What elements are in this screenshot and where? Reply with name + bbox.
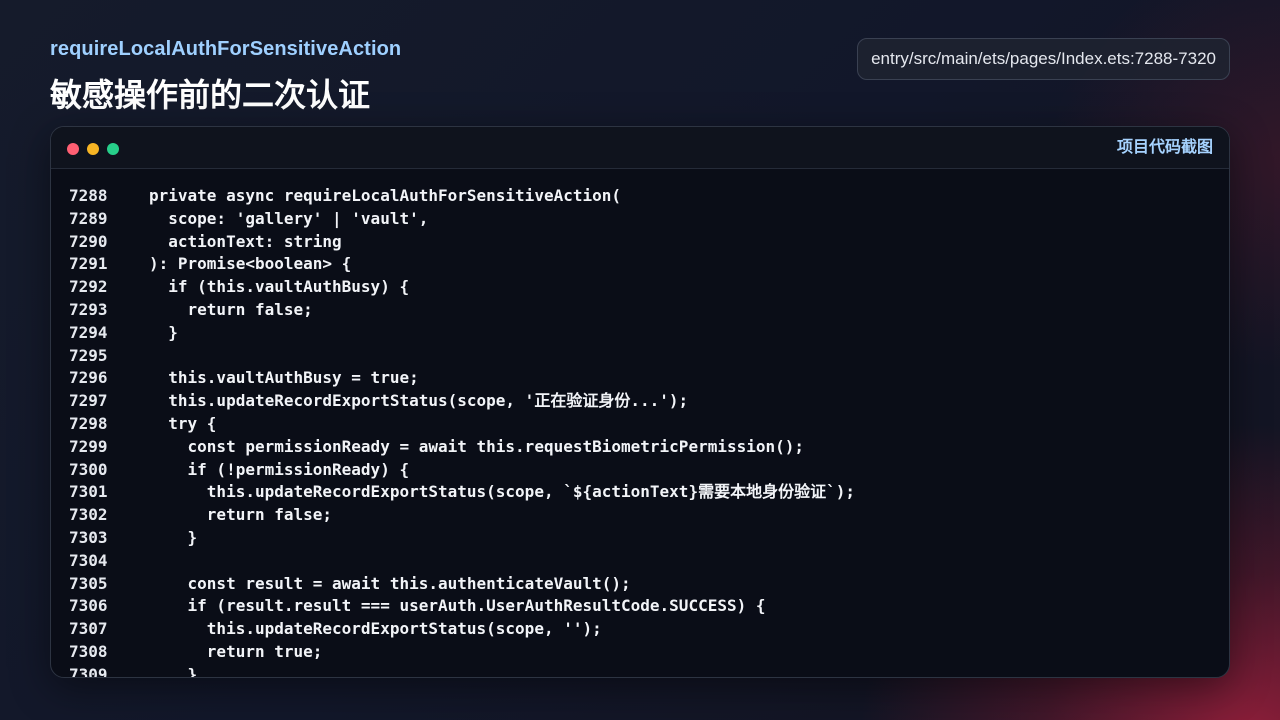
code-text: if (result.result === userAuth.UserAuthR… — [149, 596, 766, 616]
code-line: 7293 return false; — [51, 299, 1229, 322]
minimize-dot-icon[interactable] — [87, 143, 99, 155]
code-text: actionText: string — [149, 231, 342, 251]
line-number: 7291 — [69, 254, 108, 274]
code-text: private async requireLocalAuthForSensiti… — [149, 186, 622, 205]
maximize-dot-icon[interactable] — [107, 143, 119, 155]
line-number: 7300 — [69, 459, 108, 479]
line-number: 7295 — [69, 345, 108, 365]
code-text: scope: 'gallery' | 'vault', — [149, 208, 429, 228]
close-dot-icon[interactable] — [67, 143, 79, 155]
line-number: 7293 — [69, 299, 108, 319]
line-number: 7289 — [69, 208, 108, 228]
code-text: try { — [149, 413, 217, 433]
code-line: 7296 this.vaultAuthBusy = true; — [51, 367, 1229, 390]
line-number: 7297 — [69, 391, 108, 411]
code-text: } — [149, 664, 198, 677]
code-line: 7305 const result = await this.authentic… — [51, 573, 1229, 596]
code-window: 项目代码截图 7288 private async requireLocalAut… — [50, 126, 1230, 678]
code-text: return false; — [149, 505, 333, 525]
line-number: 7304 — [69, 550, 108, 570]
code-line: 7290 actionText: string — [51, 231, 1229, 254]
code-area[interactable]: 7288 private async requireLocalAuthForSen… — [51, 169, 1229, 677]
code-text: this.updateRecordExportStatus(scope, `${… — [149, 482, 855, 502]
code-line: 7308 return true; — [51, 641, 1229, 664]
code-text: } — [149, 322, 178, 342]
code-text: if (this.vaultAuthBusy) { — [149, 277, 410, 297]
function-name-kicker: requireLocalAuthForSensitiveAction — [50, 38, 402, 60]
code-line: 7304 — [51, 550, 1229, 573]
code-text: return true; — [149, 641, 323, 661]
code-line: 7297 this.updateRecordExportStatus(scope… — [51, 390, 1229, 413]
line-number: 7292 — [69, 277, 108, 297]
code-text: return false; — [149, 299, 313, 319]
line-number: 7298 — [69, 413, 108, 433]
code-line: 7295 — [51, 345, 1229, 368]
code-line: 7288 private async requireLocalAuthForSen… — [51, 185, 1229, 208]
code-line: 7294 } — [51, 322, 1229, 345]
line-number: 7296 — [69, 368, 108, 388]
page-title: 敏感操作前的二次认证 — [50, 77, 371, 113]
code-line: 7298 try { — [51, 413, 1229, 436]
line-number: 7290 — [69, 231, 108, 251]
code-line: 7306 if (result.result === userAuth.User… — [51, 595, 1229, 618]
file-path-badge: entry/src/main/ets/pages/Index.ets:7288-… — [857, 38, 1230, 80]
code-line: 7291 ): Promise<boolean> { — [51, 253, 1229, 276]
line-number: 7288 — [69, 186, 108, 205]
line-number: 7302 — [69, 505, 108, 525]
window-titlebar: 项目代码截图 — [51, 127, 1229, 169]
code-text: ): Promise<boolean> { — [149, 254, 352, 274]
code-text: if (!permissionReady) { — [149, 459, 410, 479]
code-line: 7292 if (this.vaultAuthBusy) { — [51, 276, 1229, 299]
line-number: 7294 — [69, 322, 108, 342]
code-text: this.vaultAuthBusy = true; — [149, 368, 419, 388]
line-number: 7309 — [69, 664, 108, 677]
code-text: this.updateRecordExportStatus(scope, '')… — [149, 619, 602, 639]
code-text: const permissionReady = await this.reque… — [149, 436, 805, 456]
code-line: 7302 return false; — [51, 504, 1229, 527]
code-text: const result = await this.authenticateVa… — [149, 573, 631, 593]
window-label: 项目代码截图 — [1116, 139, 1213, 156]
code-line: 7309 } — [51, 664, 1229, 677]
line-number: 7305 — [69, 573, 108, 593]
line-number: 7307 — [69, 619, 108, 639]
line-number: 7301 — [69, 482, 108, 502]
code-text: } — [149, 527, 198, 547]
line-number: 7306 — [69, 596, 108, 616]
code-line: 7301 this.updateRecordExportStatus(scope… — [51, 481, 1229, 504]
code-line: 7289 scope: 'gallery' | 'vault', — [51, 208, 1229, 231]
code-text: this.updateRecordExportStatus(scope, '正在… — [149, 391, 689, 411]
line-number: 7308 — [69, 641, 108, 661]
code-line: 7299 const permissionReady = await this.… — [51, 436, 1229, 459]
code-line: 7300 if (!permissionReady) { — [51, 459, 1229, 482]
line-number: 7303 — [69, 527, 108, 547]
code-line: 7303 } — [51, 527, 1229, 550]
line-number: 7299 — [69, 436, 108, 456]
code-line: 7307 this.updateRecordExportStatus(scope… — [51, 618, 1229, 641]
